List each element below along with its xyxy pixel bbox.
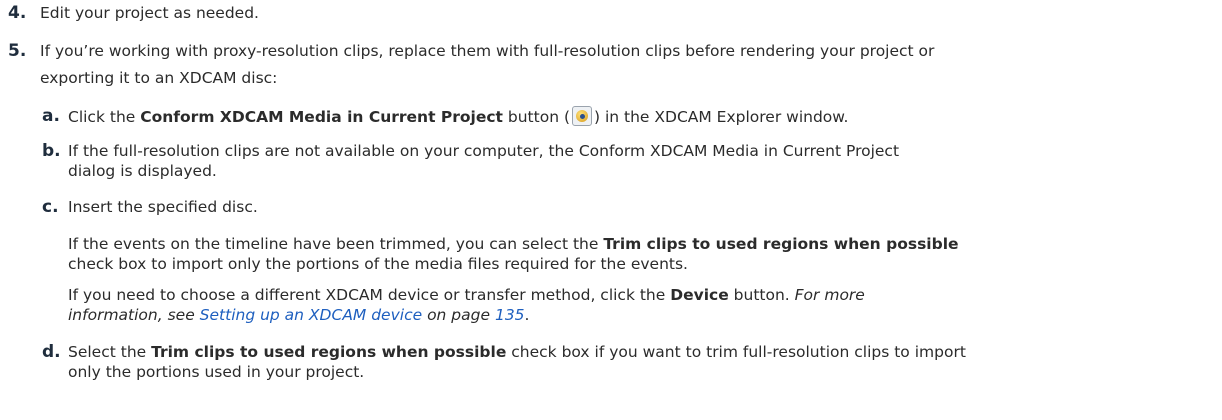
step-text-line-2: exporting it to an XDCAM disc: bbox=[40, 69, 278, 87]
text-segment: If you need to choose a different XDCAM … bbox=[68, 286, 671, 304]
text-segment: ) in the XDCAM Explorer window. bbox=[594, 108, 849, 126]
substep-text-line-1: If the full-resolution clips are not ava… bbox=[68, 142, 900, 160]
step-number: 5. bbox=[8, 41, 27, 61]
substep-text: Insert the specified disc. bbox=[68, 198, 258, 216]
substep-text-line-2: only the portions used in your project. bbox=[68, 363, 365, 381]
paragraph-device-line-2: information, see Setting up an XDCAM dev… bbox=[68, 305, 1216, 325]
text-segment: check box if you want to trim full-resol… bbox=[506, 343, 966, 361]
conform-media-icon bbox=[572, 106, 592, 126]
bold-term: Device bbox=[670, 286, 729, 304]
paragraph-trim-line-2: check box to import only the portions of… bbox=[68, 255, 688, 273]
page-number-link[interactable]: 135 bbox=[495, 306, 525, 324]
text-segment: . bbox=[524, 306, 530, 324]
italic-text: information, see bbox=[68, 306, 200, 324]
text-segment: button ( bbox=[502, 108, 570, 126]
paragraph-device-line-1: If you need to choose a different XDCAM … bbox=[68, 285, 1216, 305]
text-segment: Select the bbox=[68, 343, 152, 361]
step-text: Edit your project as needed. bbox=[40, 4, 259, 22]
bold-term: Conform XDCAM Media in Current Project bbox=[140, 108, 503, 126]
substep-letter: a. bbox=[42, 106, 60, 126]
substep-text: Click the Conform XDCAM Media in Current… bbox=[68, 106, 1216, 127]
italic-text: on page bbox=[422, 306, 495, 324]
cross-reference-link[interactable]: Setting up an XDCAM device bbox=[200, 306, 422, 324]
text-segment: button. bbox=[728, 286, 795, 304]
substep-text-line-1: Select the Trim clips to used regions wh… bbox=[68, 342, 1216, 362]
bold-term: Trim clips to used regions when possible bbox=[151, 343, 507, 361]
substep-letter: b. bbox=[42, 141, 61, 161]
bold-term: Trim clips to used regions when possible bbox=[603, 235, 959, 253]
paragraph-trim-line-1: If the events on the timeline have been … bbox=[68, 234, 1216, 254]
step-number: 4. bbox=[8, 3, 27, 23]
text-segment: If the events on the timeline have been … bbox=[68, 235, 604, 253]
document-page: 4. Edit your project as needed. 5. If yo… bbox=[0, 0, 1222, 420]
text-segment: Click the bbox=[68, 108, 141, 126]
substep-letter: d. bbox=[42, 342, 61, 362]
substep-text-line-2: dialog is displayed. bbox=[68, 162, 217, 180]
substep-letter: c. bbox=[42, 197, 59, 217]
italic-text: For more bbox=[794, 286, 865, 304]
step-text-line-1: If you’re working with proxy-resolution … bbox=[40, 42, 935, 60]
